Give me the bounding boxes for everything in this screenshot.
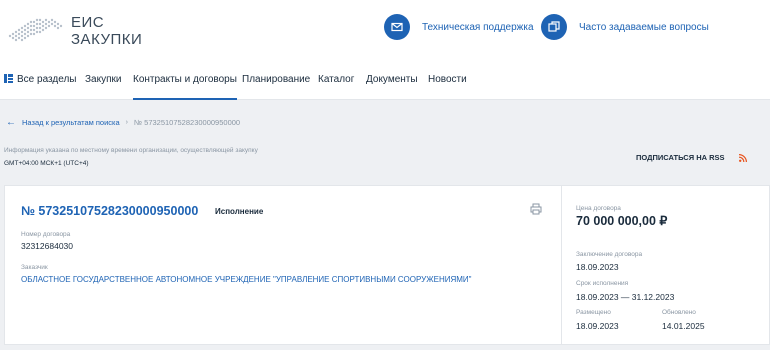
main-nav: Все разделы Закупки Контракты и договоры… [0, 62, 770, 100]
nav-documents[interactable]: Документы [366, 74, 418, 85]
menu-grid-icon [4, 74, 13, 83]
rss-subscribe-link[interactable]: ПОДПИСАТЬСЯ НА RSS [636, 153, 747, 162]
conclusion-label: Заключение договора [576, 251, 643, 258]
nav-purchases[interactable]: Закупки [85, 74, 121, 85]
back-to-results-link[interactable]: Назад к результатам поиска [22, 118, 120, 127]
arrow-left-icon[interactable]: ← [6, 117, 16, 128]
nav-all-sections[interactable]: Все разделы [4, 74, 76, 85]
customer-link[interactable]: ОБЛАСТНОЕ ГОСУДАРСТВЕННОЕ АВТОНОМНОЕ УЧР… [21, 275, 472, 284]
card-divider [561, 186, 562, 344]
contract-number-link[interactable]: № 57325107528230000950000 [21, 204, 198, 218]
breadcrumb-separator: › [125, 119, 129, 126]
price-label: Цена договора [576, 205, 621, 212]
nav-contracts[interactable]: Контракты и договоры [133, 74, 237, 100]
site-header: ЕИС ЗАКУПКИ Техническая поддержка Часто … [0, 0, 770, 62]
print-icon[interactable] [530, 203, 542, 215]
placed-label: Размещено [576, 309, 611, 316]
contract-number-label: Номер договора [21, 231, 71, 238]
mail-icon [384, 14, 410, 40]
support-label[interactable]: Техническая поддержка [422, 22, 534, 33]
rss-label: ПОДПИСАТЬСЯ НА RSS [636, 153, 725, 162]
contract-number-value: 32312684030 [21, 241, 74, 251]
customer-label: Заказчик [21, 264, 48, 271]
nav-planning[interactable]: Планирование [242, 74, 310, 85]
updated-label: Обновлено [662, 309, 696, 316]
faq-link[interactable]: Часто задаваемые вопросы [541, 14, 709, 40]
nav-catalog[interactable]: Каталог [318, 74, 354, 85]
timezone-note: Информация указана по местному времени о… [4, 147, 258, 154]
placed-value: 18.09.2023 [576, 321, 619, 331]
contract-card: № 57325107528230000950000 Исполнение Ном… [4, 185, 770, 345]
logo-line2: ЗАКУПКИ [71, 31, 143, 48]
logo-text: ЕИС ЗАКУПКИ [71, 14, 142, 48]
rss-icon [738, 153, 747, 162]
timezone-value: GMT+04:00 МСК+1 (UTC+4) [4, 160, 89, 167]
breadcrumb-current: № 57325107528230000950000 [134, 118, 241, 127]
faq-icon [541, 14, 567, 40]
logo-line1: ЕИС [71, 14, 105, 31]
updated-value: 14.01.2025 [662, 321, 705, 331]
execution-label: Срок исполнения [576, 280, 629, 287]
nav-all-sections-label: Все разделы [17, 74, 77, 85]
execution-value: 18.09.2023 — 31.12.2023 [576, 292, 675, 302]
price-value: 70 000 000,00 ₽ [576, 214, 668, 228]
conclusion-value: 18.09.2023 [576, 262, 619, 272]
eis-logo[interactable]: ЕИС ЗАКУПКИ [6, 12, 156, 52]
nav-news[interactable]: Новости [428, 74, 467, 85]
russia-map-logo-icon [8, 18, 63, 42]
status-badge: Исполнение [215, 207, 264, 216]
breadcrumb: ← Назад к результатам поиска › № 5732510… [6, 117, 240, 128]
faq-label[interactable]: Часто задаваемые вопросы [579, 22, 709, 33]
support-link[interactable]: Техническая поддержка [384, 14, 534, 40]
